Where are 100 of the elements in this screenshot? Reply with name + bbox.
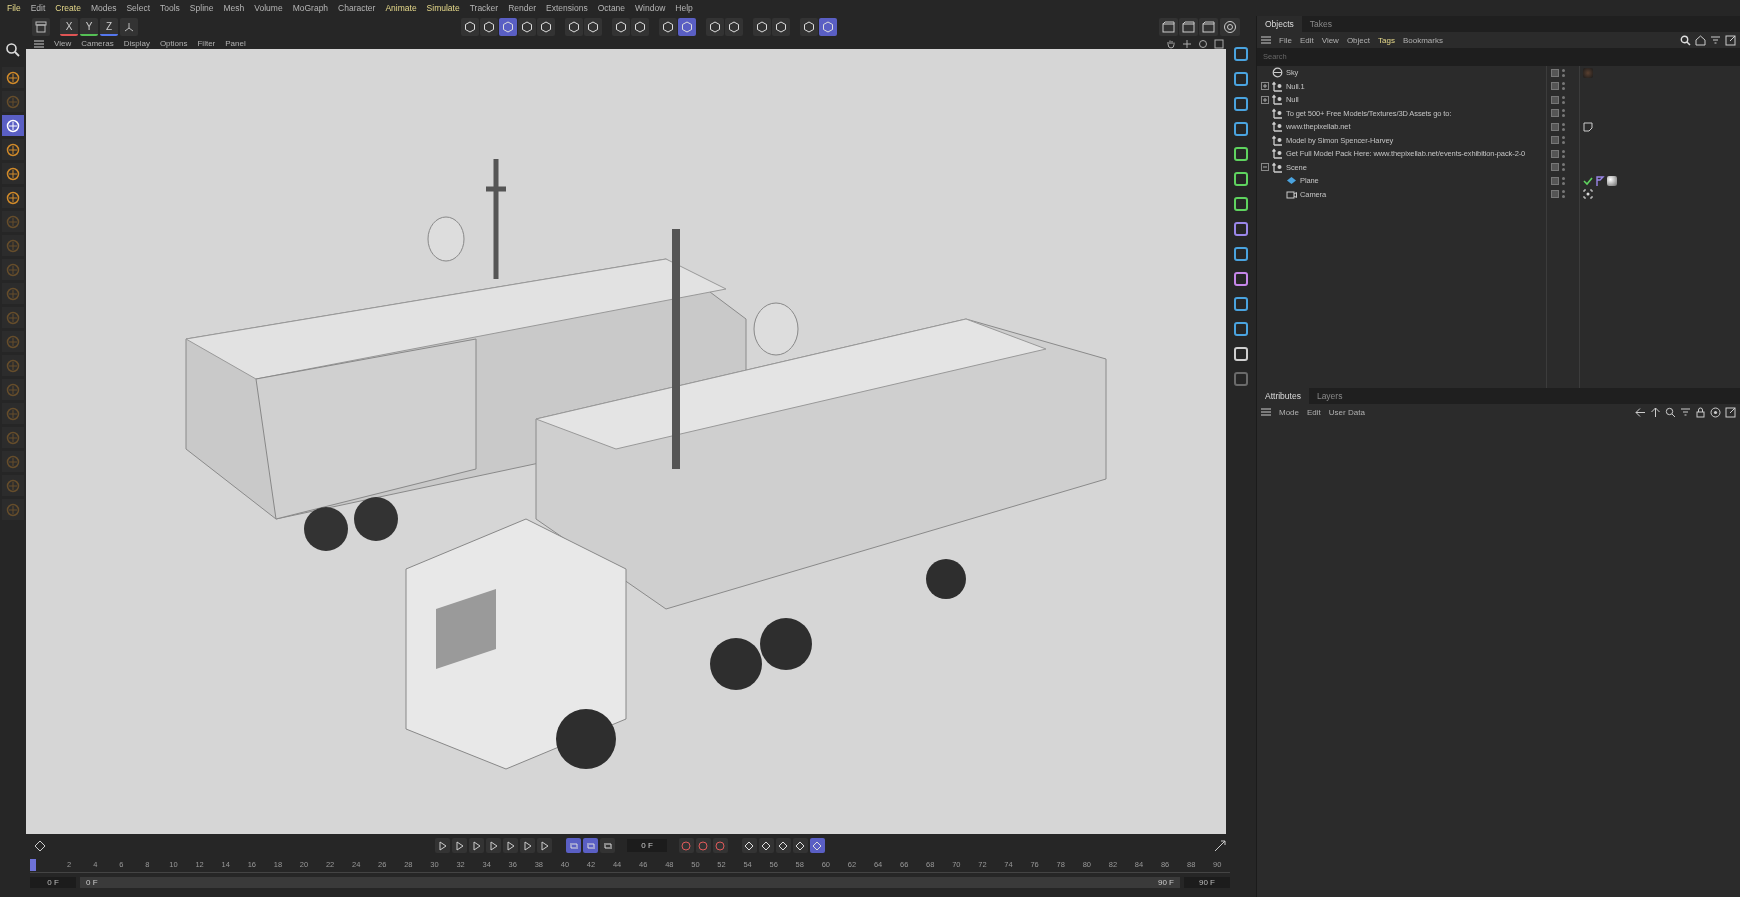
objects-menu-item[interactable]: Tags <box>1374 35 1399 45</box>
rotate-camera-icon[interactable] <box>1196 38 1210 49</box>
panel-tab[interactable]: Takes <box>1301 16 1341 32</box>
visibility-dots-icon[interactable] <box>1562 68 1565 77</box>
playback-icon[interactable] <box>486 838 502 853</box>
panel-tab[interactable]: Layers <box>1308 388 1351 404</box>
playback-icon[interactable] <box>520 838 536 853</box>
end-frame-field[interactable]: 90 F <box>1184 876 1230 888</box>
playback-icon[interactable] <box>537 838 553 853</box>
object-tool-icon[interactable] <box>1231 319 1251 338</box>
menu-item[interactable]: Window <box>630 3 671 13</box>
menu-item[interactable]: File <box>2 3 26 13</box>
filter-icon[interactable] <box>1678 406 1693 418</box>
playback-icon[interactable] <box>503 838 519 853</box>
target-tag-icon[interactable] <box>1583 189 1593 200</box>
viewport-menu-item[interactable]: View <box>50 39 76 48</box>
menu-item[interactable]: Tracker <box>464 3 504 13</box>
axis-lock-button[interactable]: Y <box>80 18 98 36</box>
object-tool-icon[interactable] <box>1231 294 1251 313</box>
object-tool-icon[interactable] <box>1231 194 1251 213</box>
key-mode-icon[interactable] <box>809 838 825 853</box>
object-tool-icon[interactable] <box>1231 244 1251 263</box>
object-tool-icon[interactable] <box>1231 94 1251 113</box>
object-tool-icon[interactable] <box>1231 69 1251 88</box>
key-mode-icon[interactable] <box>775 838 791 853</box>
object-tool-icon[interactable] <box>1231 344 1251 363</box>
visibility-dots-icon[interactable] <box>1562 149 1565 158</box>
attributes-menu-item[interactable]: Edit <box>1303 407 1325 417</box>
viewport-menu-item[interactable]: Filter <box>193 39 220 48</box>
key-mode-icon[interactable] <box>741 838 757 853</box>
start-frame-field[interactable]: 0 F <box>30 876 76 888</box>
attributes-menu-item[interactable]: User Data <box>1324 407 1369 417</box>
object-tool-icon[interactable] <box>1231 144 1251 163</box>
playback-icon[interactable] <box>452 838 468 853</box>
tool-icon[interactable] <box>2 163 24 184</box>
expander-icon[interactable] <box>1261 82 1269 91</box>
range-slider[interactable]: 0 F 90 F <box>80 876 1180 888</box>
menu-item[interactable]: Edit <box>25 3 51 13</box>
visibility-dots-icon[interactable] <box>1562 122 1565 131</box>
loop-icon[interactable] <box>600 838 616 853</box>
lock-icon[interactable] <box>1693 406 1708 418</box>
material-tag-icon[interactable] <box>1607 175 1617 186</box>
external-window-icon[interactable] <box>1723 34 1738 46</box>
menu-item[interactable]: Tools <box>155 3 185 13</box>
playback-icon[interactable] <box>469 838 485 853</box>
objects-menu-item[interactable]: View <box>1317 35 1343 45</box>
key-mode-icon[interactable] <box>758 838 774 853</box>
maximize-icon[interactable] <box>1212 38 1226 49</box>
note-tag-icon[interactable] <box>1583 121 1593 132</box>
menu-item[interactable]: Octane <box>592 3 631 13</box>
viewport-menu-item[interactable]: Options <box>155 39 192 48</box>
viewport-menu-item[interactable]: Display <box>119 39 154 48</box>
move-camera-icon[interactable] <box>1180 38 1194 49</box>
tool-icon[interactable] <box>2 67 24 88</box>
menu-item[interactable]: Character <box>333 3 381 13</box>
visibility-dots-icon[interactable] <box>1562 95 1565 104</box>
current-frame-field[interactable]: 0 F <box>627 839 667 852</box>
search-icon[interactable] <box>1678 34 1693 46</box>
key-mode-icon[interactable] <box>792 838 808 853</box>
home-icon[interactable] <box>1693 34 1708 46</box>
menu-item[interactable]: Select <box>121 3 155 13</box>
playhead[interactable] <box>30 858 36 871</box>
menu-item[interactable]: Render <box>503 3 542 13</box>
object-tool-icon[interactable] <box>1231 269 1251 288</box>
record-icon[interactable] <box>712 838 728 853</box>
object-tool-icon[interactable] <box>1231 119 1251 138</box>
menu-item[interactable]: Spline <box>184 3 219 13</box>
clapperboard-icon[interactable] <box>1179 18 1198 36</box>
visibility-dots-icon[interactable] <box>1562 163 1565 172</box>
menu-item[interactable]: Extensions <box>541 3 593 13</box>
tool-icon[interactable] <box>2 139 24 160</box>
objects-menu-item[interactable]: Edit <box>1295 35 1318 45</box>
axis-lock-button[interactable]: Z <box>100 18 118 36</box>
object-tool-icon[interactable] <box>1231 44 1251 63</box>
menu-item[interactable]: Create <box>50 3 86 13</box>
external-window-icon[interactable] <box>1723 406 1738 418</box>
menu-item[interactable]: Volume <box>249 3 288 13</box>
viewport-menu-item[interactable]: Panel <box>221 39 250 48</box>
object-tool-icon[interactable] <box>1231 169 1251 188</box>
tool-icon[interactable] <box>2 115 24 136</box>
target-icon[interactable] <box>1708 406 1723 418</box>
record-icon[interactable] <box>695 838 711 853</box>
visibility-dots-icon[interactable] <box>1562 190 1565 199</box>
objects-menu-item[interactable]: File <box>1275 35 1296 45</box>
phong-tag-icon[interactable] <box>1595 175 1605 186</box>
clapperboard-icon[interactable] <box>1159 18 1178 36</box>
coordinate-system-icon[interactable] <box>120 18 138 36</box>
viewport-menu-item[interactable]: Cameras <box>77 39 118 48</box>
expander-icon[interactable] <box>1261 163 1269 172</box>
visibility-dots-icon[interactable] <box>1562 176 1565 185</box>
axis-lock-button[interactable]: X <box>60 18 78 36</box>
menu-item[interactable]: Simulate <box>421 3 465 13</box>
back-arrow-icon[interactable] <box>1633 406 1648 418</box>
render-icon[interactable] <box>1220 18 1240 36</box>
visibility-dots-icon[interactable] <box>1562 136 1565 145</box>
object-tool-icon[interactable] <box>1231 219 1251 238</box>
menu-item[interactable]: Animate <box>380 3 422 13</box>
hand-icon[interactable] <box>1164 38 1178 49</box>
filter-icon[interactable] <box>1708 34 1723 46</box>
menu-item[interactable]: Mesh <box>218 3 250 13</box>
